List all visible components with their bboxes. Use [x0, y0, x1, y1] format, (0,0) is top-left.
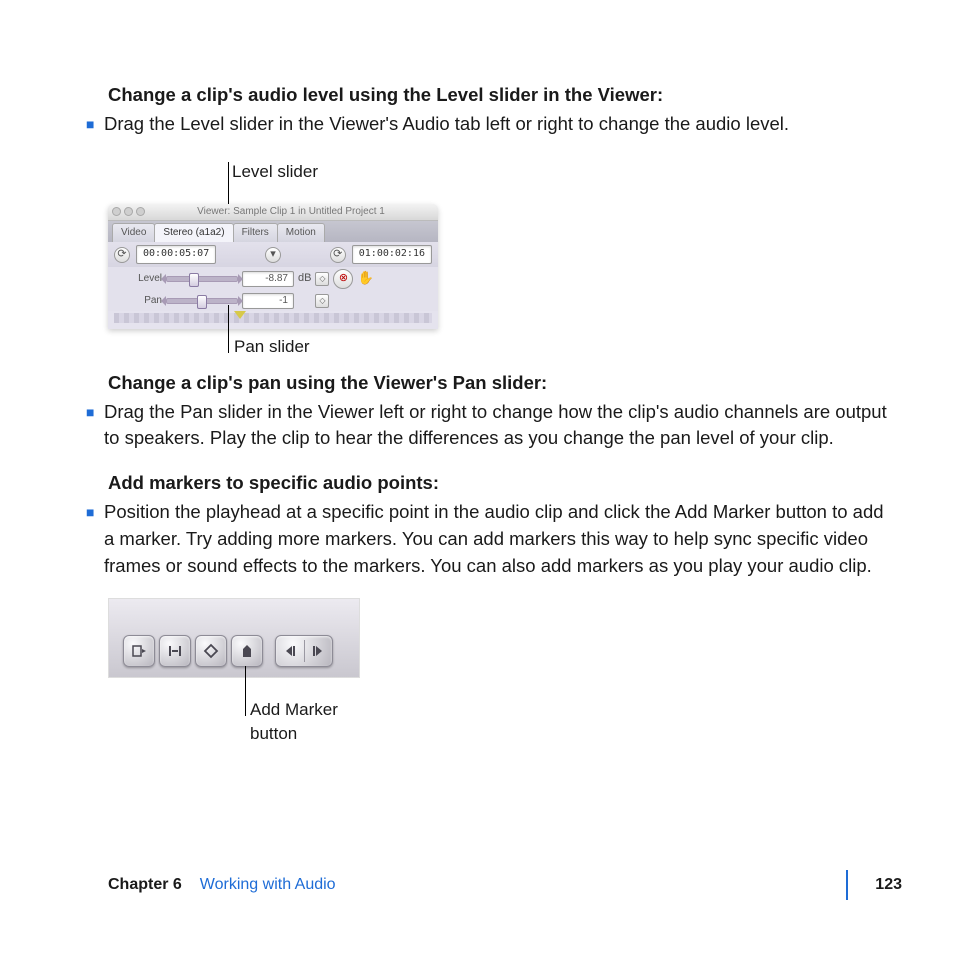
- level-slider[interactable]: [166, 276, 238, 282]
- mark-out-button[interactable]: [304, 643, 332, 659]
- level-slider-label: Level: [114, 272, 162, 287]
- bullet-icon: ■: [84, 499, 104, 526]
- viewer-window: Viewer: Sample Clip 1 in Untitled Projec…: [108, 204, 438, 330]
- bullet-text-level: Drag the Level slider in the Viewer's Au…: [104, 111, 890, 138]
- tab-video[interactable]: Video: [112, 223, 155, 243]
- callout-line: [228, 305, 229, 353]
- level-keyframe-button[interactable]: ◇: [315, 272, 329, 286]
- timeline-ruler[interactable]: [114, 313, 432, 323]
- viewer-tabs: Video Stereo (a1a2) Filters Motion: [108, 221, 438, 243]
- transport-toolbar: [108, 598, 360, 678]
- pan-keyframe-button[interactable]: ◇: [315, 294, 329, 308]
- drag-hand-icon: ✋: [357, 269, 373, 288]
- close-icon[interactable]: [112, 207, 121, 216]
- match-frame-button[interactable]: [123, 635, 155, 667]
- tab-stereo[interactable]: Stereo (a1a2): [154, 223, 233, 243]
- page-footer: Chapter 6 Working with Audio 123: [84, 873, 902, 896]
- figure-toolbar: Add Marker button: [108, 598, 368, 738]
- footer-rule: [846, 870, 848, 900]
- heading-level-slider: Change a clip's audio level using the Le…: [84, 82, 890, 109]
- bullet-text-markers: Position the playhead at a specific poin…: [104, 499, 890, 579]
- pan-value[interactable]: -1: [242, 293, 294, 310]
- add-keyframe-button[interactable]: [195, 635, 227, 667]
- add-marker-button[interactable]: [231, 635, 263, 667]
- chapter-title: Working with Audio: [200, 873, 336, 896]
- callout-label-add-marker: Add Marker button: [250, 698, 368, 747]
- timecode-in[interactable]: 00:00:05:07: [136, 245, 216, 264]
- tab-filters[interactable]: Filters: [233, 223, 278, 243]
- tab-motion[interactable]: Motion: [277, 223, 325, 243]
- minimize-icon[interactable]: [124, 207, 133, 216]
- bullet-icon: ■: [84, 111, 104, 138]
- pan-slider-label: Pan: [114, 294, 162, 309]
- reset-button[interactable]: ⊗: [333, 269, 353, 289]
- zoom-popup-icon[interactable]: ▾: [265, 247, 281, 263]
- bullet-icon: ■: [84, 399, 104, 426]
- heading-add-markers: Add markers to specific audio points:: [84, 470, 890, 497]
- timecode-out[interactable]: 01:00:02:16: [352, 245, 432, 264]
- heading-pan-slider: Change a clip's pan using the Viewer's P…: [84, 370, 890, 397]
- window-title: Viewer: Sample Clip 1 in Untitled Projec…: [148, 205, 434, 220]
- level-value[interactable]: -8.87: [242, 271, 294, 288]
- level-unit: dB: [298, 271, 311, 287]
- page-number: 123: [857, 873, 902, 896]
- mark-in-button[interactable]: [276, 643, 304, 659]
- figure-viewer: Level slider Viewer: Sample Clip 1 in Un…: [108, 160, 458, 360]
- chapter-label: Chapter 6: [84, 873, 182, 896]
- callout-line: [245, 666, 246, 716]
- in-out-buttons[interactable]: [275, 635, 333, 667]
- zoom-icon[interactable]: [136, 207, 145, 216]
- bullet-text-pan: Drag the Pan slider in the Viewer left o…: [104, 399, 890, 453]
- current-tc-icon[interactable]: ⟳: [330, 247, 346, 263]
- mark-clip-button[interactable]: [159, 635, 191, 667]
- window-titlebar: Viewer: Sample Clip 1 in Untitled Projec…: [108, 204, 438, 221]
- duration-icon[interactable]: ⟳: [114, 247, 130, 263]
- callout-label-level: Level slider: [232, 160, 318, 185]
- pan-slider[interactable]: [166, 298, 238, 304]
- callout-label-pan: Pan slider: [234, 335, 310, 360]
